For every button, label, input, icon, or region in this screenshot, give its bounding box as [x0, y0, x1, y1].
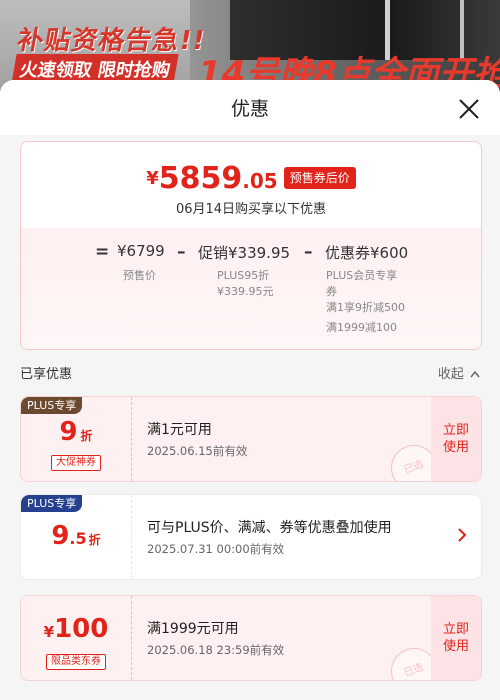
discount-unit: 折 [88, 533, 101, 547]
discount-sheet: 优惠 ¥5859.05 预售券后价 06月14日购买享以下优惠 = ¥6799 … [0, 80, 500, 700]
equals-sign: = [95, 242, 110, 262]
chevron-right-icon[interactable] [457, 527, 467, 543]
coupon-card[interactable]: PLUS专享 9折 大促神券 满1元可用 2025.06.15前有效 已选 立即… [20, 396, 482, 482]
promo-value: 促销¥339.95 [198, 244, 291, 262]
discount-unit: 折 [80, 429, 93, 443]
coupon-value-panel: PLUS专享 9.5 折 [21, 495, 132, 579]
section-title: 已享优惠 [20, 367, 73, 382]
discount-number: 100 [54, 614, 109, 644]
use-now-label: 立即使用 [442, 423, 469, 455]
final-price: ¥5859.05 [146, 161, 277, 196]
minus-sign: – [177, 242, 186, 262]
coupon-expiry: 2025.07.31 00:00前有效 [147, 542, 285, 556]
minus-sign: – [304, 242, 313, 262]
base-price-label: 预售价 [123, 269, 156, 282]
sheet-header: 优惠 [0, 80, 500, 135]
discount-number: 9 [59, 417, 78, 447]
discount-currency: ¥ [43, 623, 55, 641]
coupon-info: 可与PLUS价、满减、券等优惠叠加使用 2025.07.31 00:00前有效 [147, 495, 447, 579]
coupon-card[interactable]: ¥100 限品类东券 满1999元可用 2025.06.18 23:59前有效 … [20, 595, 482, 681]
use-now-label: 立即使用 [442, 622, 469, 654]
promo-detail-line: ¥339.95元 [217, 285, 274, 298]
coupon-detail-line: 券 [326, 285, 337, 298]
coupon-expiry: 2025.06.18 23:59前有效 [147, 643, 285, 657]
coupon-discount: 9.5 折 [21, 521, 131, 551]
coupon-type-tag: 大促神券 [21, 450, 131, 471]
final-price-section: ¥5859.05 预售券后价 06月14日购买享以下优惠 [21, 142, 481, 228]
coupon-detail-line: PLUS会员专享 [326, 269, 398, 282]
price-currency: ¥ [146, 167, 159, 189]
sheet-title: 优惠 [230, 98, 269, 120]
applied-discounts-header: 已享优惠 收起 [20, 363, 480, 383]
coupon-discount: 9折 [21, 417, 131, 447]
price-breakdown: = ¥6799 – 促销¥339.95 – 优惠券¥600 预售价 PLUS95… [21, 228, 481, 349]
coupon-detail: PLUS会员专享 券 满1享9折减500 满1999减100 [326, 268, 405, 336]
promo-detail-line: PLUS95折 [217, 269, 270, 282]
coupon-type-label: 大促神券 [51, 455, 101, 471]
coupon-type-label: 限品类东券 [46, 654, 106, 670]
discount-decimal: .5 [69, 529, 87, 548]
coupon-type-tag: 限品类东券 [21, 649, 131, 670]
coupon-card[interactable]: PLUS专享 9.5 折 可与PLUS价、满减、券等优惠叠加使用 2025.07.… [20, 494, 482, 580]
price-subtitle: 06月14日购买享以下优惠 [175, 202, 327, 217]
promo-detail: PLUS95折 ¥339.95元 [217, 268, 274, 300]
coupon-detail-line: 满1999减100 [326, 321, 397, 334]
coupon-expiry: 2025.06.15前有效 [147, 444, 248, 458]
discount-number: 9 [51, 521, 70, 551]
collapse-button[interactable]: 收起 [438, 363, 480, 382]
plus-badge: PLUS专享 [21, 397, 83, 414]
close-icon [459, 99, 479, 119]
coupon-condition: 可与PLUS价、满减、券等优惠叠加使用 [147, 520, 392, 536]
banner-headline: 补贴资格告急!! [14, 26, 208, 56]
use-now-button[interactable]: 立即使用 [431, 397, 481, 481]
base-price-value: ¥6799 [117, 242, 165, 260]
price-tag: 预售券后价 [283, 167, 356, 189]
coupon-condition: 满1元可用 [147, 422, 212, 438]
coupon-value: 优惠券¥600 [325, 244, 409, 262]
use-now-button[interactable]: 立即使用 [431, 596, 481, 680]
collapse-label: 收起 [437, 367, 464, 382]
coupon-value-panel: PLUS专享 9折 大促神券 [21, 397, 132, 481]
coupon-info: 满1元可用 2025.06.15前有效 [147, 397, 407, 481]
plus-badge: PLUS专享 [21, 495, 83, 512]
price-integer: 5859 [158, 160, 243, 196]
coupon-discount: ¥100 [21, 614, 131, 644]
coupon-condition: 满1999元可用 [147, 621, 239, 637]
coupon-value-panel: ¥100 限品类东券 [21, 596, 132, 680]
chevron-up-icon [470, 370, 480, 378]
close-button[interactable] [456, 96, 482, 122]
coupon-detail-line: 满1享9折减500 [326, 301, 405, 314]
coupon-info: 满1999元可用 2025.06.18 23:59前有效 [147, 596, 407, 680]
price-decimal: .05 [242, 168, 278, 193]
price-summary-card: ¥5859.05 预售券后价 06月14日购买享以下优惠 = ¥6799 – 促… [20, 141, 482, 350]
